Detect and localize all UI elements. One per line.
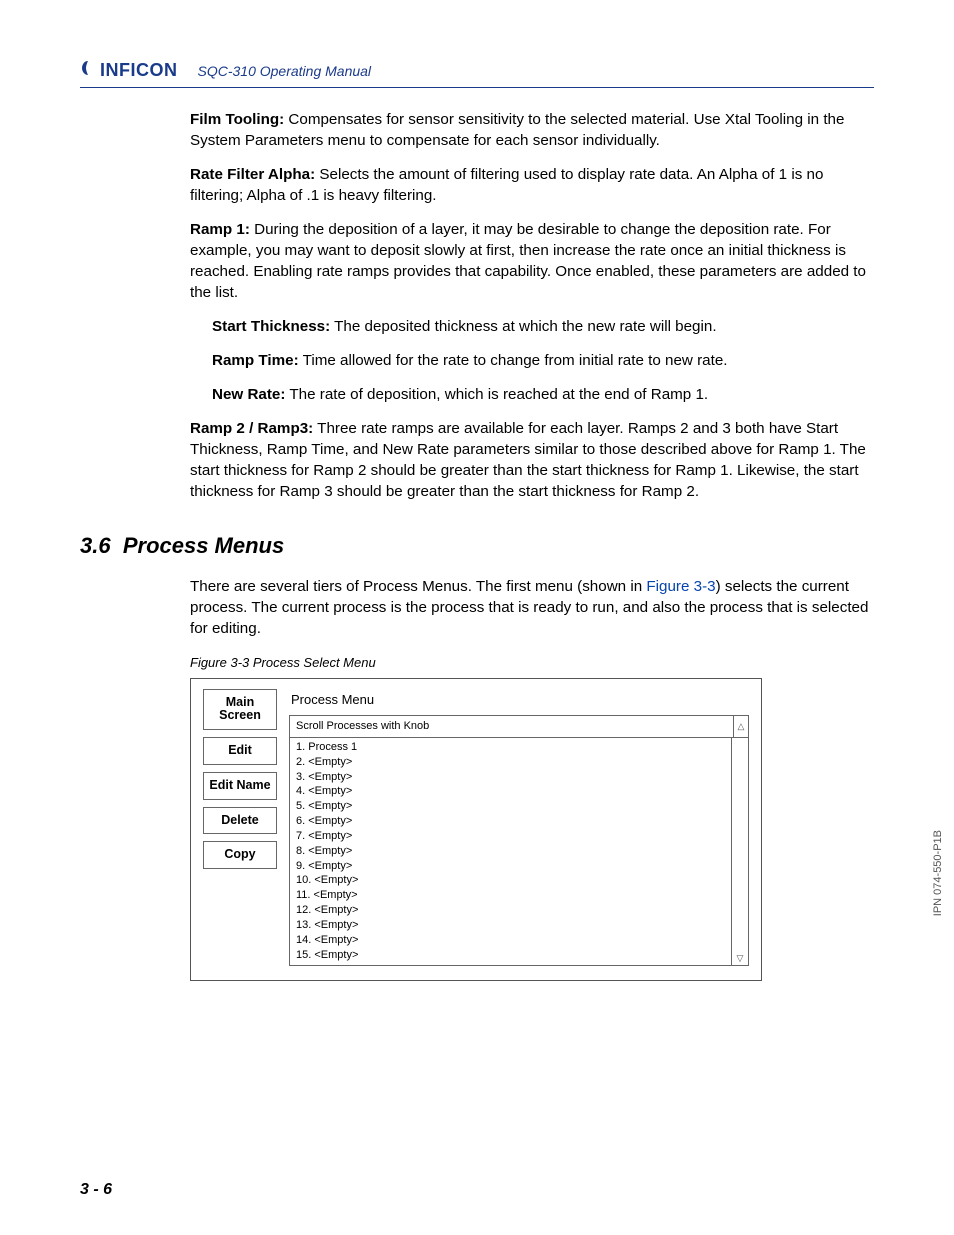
text: The deposited thickness at which the new… — [330, 318, 716, 335]
ipn-side-label: IPN 074-550-P1B — [932, 830, 944, 916]
softkey-edit[interactable]: Edit — [203, 737, 277, 765]
menu-title: Process Menu — [289, 689, 749, 715]
document-title: SQC-310 Operating Manual — [198, 63, 372, 79]
para-rate-filter-alpha: Rate Filter Alpha: Selects the amount of… — [190, 165, 874, 207]
section-title: Process Menus — [123, 533, 284, 558]
list-item[interactable]: 8. <Empty> — [296, 844, 725, 859]
list-item[interactable]: 2. <Empty> — [296, 755, 725, 770]
list-item[interactable]: 6. <Empty> — [296, 814, 725, 829]
list-item[interactable]: 12. <Empty> — [296, 903, 725, 918]
menu-instruction: Scroll Processes with Knob — [289, 715, 733, 738]
menu-area: Process Menu Scroll Processes with Knob … — [289, 689, 749, 966]
para-ramp1: Ramp 1: During the deposition of a layer… — [190, 220, 874, 304]
label: Ramp 1: — [190, 221, 250, 238]
text: During the deposition of a layer, it may… — [190, 221, 866, 301]
text: Compensates for sensor sensitivity to th… — [190, 111, 844, 149]
chevron-up-icon: △ — [738, 720, 745, 732]
chevron-down-icon: ▽ — [737, 952, 744, 964]
para-film-tooling: Film Tooling: Compensates for sensor sen… — [190, 110, 874, 152]
para-ramp23: Ramp 2 / Ramp3: Three rate ramps are ava… — [190, 419, 874, 503]
logo-mark-icon — [80, 60, 96, 81]
label: New Rate: — [212, 386, 285, 403]
softkey-delete[interactable]: Delete — [203, 807, 277, 835]
figure-caption: Figure 3-3 Process Select Menu — [190, 654, 874, 672]
section-heading: 3.6 Process Menus — [80, 531, 874, 561]
list-item[interactable]: 14. <Empty> — [296, 933, 725, 948]
label: Rate Filter Alpha: — [190, 166, 315, 183]
label: Ramp Time: — [212, 352, 299, 369]
list-item[interactable]: 4. <Empty> — [296, 784, 725, 799]
list-item[interactable]: 13. <Empty> — [296, 918, 725, 933]
label: Film Tooling: — [190, 111, 284, 128]
text: The rate of deposition, which is reached… — [285, 386, 708, 403]
brand-name: INFICON — [100, 60, 178, 81]
label: Start Thickness: — [212, 318, 330, 335]
list-item[interactable]: 9. <Empty> — [296, 859, 725, 874]
list-item[interactable]: 11. <Empty> — [296, 888, 725, 903]
softkey-main-screen[interactable]: Main Screen — [203, 689, 277, 731]
page-number: 3 - 6 — [80, 1181, 112, 1199]
list-item[interactable]: 1. Process 1 — [296, 740, 725, 755]
page-header: INFICON SQC-310 Operating Manual — [80, 60, 874, 88]
softkey-column: Main Screen Edit Edit Name Delete Copy — [203, 689, 277, 966]
scroll-up-button[interactable]: △ — [733, 715, 749, 738]
label: Ramp 2 / Ramp3: — [190, 420, 313, 437]
para-start-thickness: Start Thickness: The deposited thickness… — [212, 317, 874, 338]
scrollbar[interactable]: ▽ — [732, 738, 749, 966]
text-pre: There are several tiers of Process Menus… — [190, 578, 646, 595]
figure-xref-link[interactable]: Figure 3-3 — [646, 578, 715, 595]
softkey-copy[interactable]: Copy — [203, 841, 277, 869]
list-item[interactable]: 10. <Empty> — [296, 873, 725, 888]
process-list[interactable]: 1. Process 1 2. <Empty> 3. <Empty> 4. <E… — [289, 738, 732, 966]
para-new-rate: New Rate: The rate of deposition, which … — [212, 385, 874, 406]
list-item[interactable]: 7. <Empty> — [296, 829, 725, 844]
list-item[interactable]: 3. <Empty> — [296, 770, 725, 785]
list-item[interactable]: 15. <Empty> — [296, 948, 725, 963]
brand-logo: INFICON — [80, 60, 178, 81]
softkey-edit-name[interactable]: Edit Name — [203, 772, 277, 800]
text: Time allowed for the rate to change from… — [299, 352, 728, 369]
section-intro: There are several tiers of Process Menus… — [190, 577, 874, 640]
section-number: 3.6 — [80, 533, 111, 558]
figure-process-select-menu: Main Screen Edit Edit Name Delete Copy P… — [190, 678, 762, 981]
body-content: Film Tooling: Compensates for sensor sen… — [190, 110, 874, 981]
list-item[interactable]: 5. <Empty> — [296, 799, 725, 814]
para-ramp-time: Ramp Time: Time allowed for the rate to … — [212, 351, 874, 372]
